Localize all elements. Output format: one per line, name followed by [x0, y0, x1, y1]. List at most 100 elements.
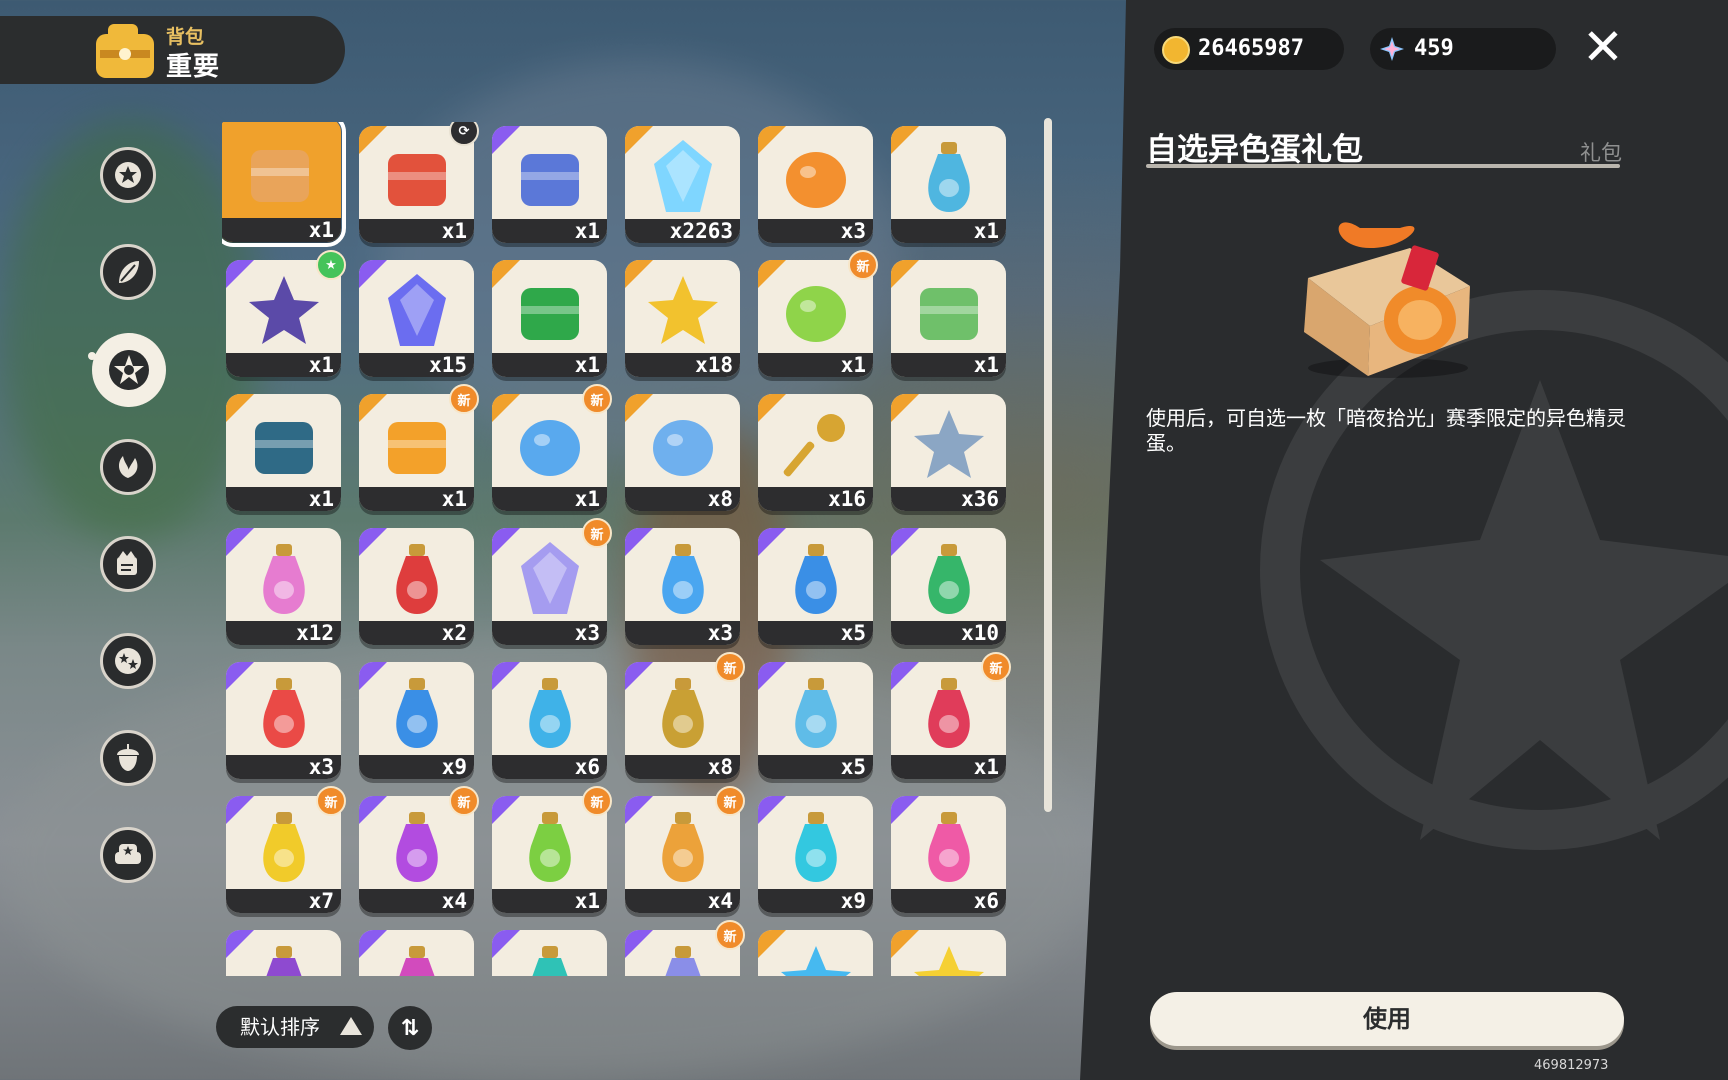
lime-potion-icon [528, 812, 571, 883]
item-slot[interactable]: x1 [226, 394, 341, 511]
item-slot[interactable]: x2263 [625, 126, 740, 243]
rainbow-potion-icon [262, 544, 305, 615]
item-title: 自选异色蛋礼包 [1146, 132, 1363, 168]
item-slot[interactable] [492, 930, 607, 976]
rainbow-gem-icon [520, 542, 579, 615]
item-slot[interactable] [758, 930, 873, 976]
item-count: x4 [625, 889, 740, 913]
violet-potion-icon [395, 812, 438, 883]
yellow-potion-icon [262, 812, 305, 883]
teal-potion-icon [532, 946, 567, 976]
sofa-star-icon [115, 844, 141, 864]
yellow-star-icon [913, 946, 984, 976]
item-slot[interactable]: x12 [226, 528, 341, 645]
green-charm-icon [785, 286, 846, 343]
item-slot[interactable]: x9 [359, 662, 474, 779]
green-hat-icon [520, 288, 579, 341]
new-badge: 新 [848, 250, 878, 280]
item-slot[interactable]: x1 [492, 260, 607, 377]
item-slot[interactable]: x1 [492, 126, 607, 243]
item-count: x18 [625, 353, 740, 377]
item-slot[interactable]: x15 [359, 260, 474, 377]
sort-order-toggle[interactable]: ⇅ [388, 1006, 432, 1050]
category-tab-5[interactable] [100, 633, 156, 689]
red-potion-icon [262, 678, 305, 749]
item-count: x5 [758, 755, 873, 779]
orange-egg-icon [785, 152, 846, 209]
golden-key-icon [783, 414, 845, 477]
item-slot[interactable]: x18 [625, 260, 740, 377]
item-count: x3 [492, 621, 607, 645]
item-slot[interactable]: x2 [359, 528, 474, 645]
crimson-potion-icon [927, 678, 970, 749]
category-tab-1[interactable] [100, 244, 156, 300]
sort-label: 默认排序 [240, 1015, 320, 1039]
item-count: x4 [359, 889, 474, 913]
item-slot[interactable]: x16 [758, 394, 873, 511]
item-slot[interactable]: x3 [758, 126, 873, 243]
ticket-icon [387, 154, 446, 207]
category-tab-4[interactable] [100, 536, 156, 592]
category-tab-6[interactable] [100, 730, 156, 786]
category-tab-3[interactable] [100, 439, 156, 495]
sparkle-star-icon [109, 350, 149, 390]
item-slot[interactable]: x10 [891, 528, 1006, 645]
sort-order-icon: ⇅ [400, 1015, 420, 1041]
item-slot[interactable]: x8 [625, 394, 740, 511]
item-count: x1 [226, 353, 341, 377]
item-slot[interactable]: x1 [222, 122, 346, 247]
new-badge: 新 [449, 786, 479, 816]
item-slot[interactable]: x3 [625, 528, 740, 645]
header-main-label: 重要 [166, 52, 221, 82]
item-slot[interactable]: x6 [492, 662, 607, 779]
item-slot[interactable] [359, 930, 474, 976]
purple-potion-icon [266, 946, 301, 976]
item-slot[interactable]: x1 [891, 126, 1006, 243]
gold-star-icon [647, 276, 718, 345]
close-icon: ✕ [1582, 18, 1624, 76]
backpack-icon [96, 24, 154, 78]
title-underline [1146, 164, 1620, 168]
item-count: x9 [359, 755, 474, 779]
item-slot[interactable]: x1 [891, 260, 1006, 377]
crown-leaf-icon [919, 288, 978, 341]
use-button[interactable]: 使用 [1150, 992, 1624, 1046]
player-uid: 469812973 [1534, 1058, 1609, 1073]
item-slot[interactable]: x5 [758, 528, 873, 645]
category-tab-2[interactable] [92, 333, 166, 407]
item-count: x16 [758, 487, 873, 511]
item-description: 使用后，可自选一枚「暗夜拾光」赛季限定的异色精灵蛋。 [1146, 406, 1626, 455]
grid-scrollbar[interactable] [1044, 118, 1052, 812]
item-category-label: 礼包 [1580, 141, 1622, 165]
blue-potion-icon [395, 678, 438, 749]
skyblue-potion-icon [794, 678, 837, 749]
header-sub-label: 背包 [166, 26, 205, 48]
item-slot[interactable]: x6 [891, 796, 1006, 913]
item-count: x5 [758, 621, 873, 645]
item-grid: x1 x1 ⟳ x1 x2263 x3 x1 x1 ★ x15 x1 x18 x1 新 x1 x1 x1 新 x1 新… [222, 122, 1014, 976]
category-tab-7[interactable] [100, 827, 156, 883]
card-icon [520, 154, 579, 207]
item-count: x10 [891, 621, 1006, 645]
item-slot[interactable]: x36 [891, 394, 1006, 511]
item-count: x6 [891, 889, 1006, 913]
item-slot[interactable]: x5 [758, 662, 873, 779]
coin-amount: 26465987 [1198, 36, 1304, 61]
item-slot[interactable]: x3 [226, 662, 341, 779]
new-badge: 新 [715, 786, 745, 816]
blue-charm-icon [519, 420, 580, 477]
gift-package-icon [251, 149, 309, 202]
category-tab-0[interactable] [100, 147, 156, 203]
gem-amount: 459 [1414, 36, 1454, 61]
item-count: x1 [492, 487, 607, 511]
item-count: x9 [758, 889, 873, 913]
close-button[interactable]: ✕ [1578, 22, 1628, 72]
item-slot[interactable] [891, 930, 1006, 976]
item-slot[interactable] [226, 930, 341, 976]
gold-potion-icon [661, 678, 704, 749]
lavender-potion-icon [665, 946, 700, 976]
new-badge: 新 [715, 920, 745, 950]
plant-icon [118, 456, 138, 478]
crystal-prism-icon [653, 140, 712, 213]
item-slot[interactable]: x9 [758, 796, 873, 913]
